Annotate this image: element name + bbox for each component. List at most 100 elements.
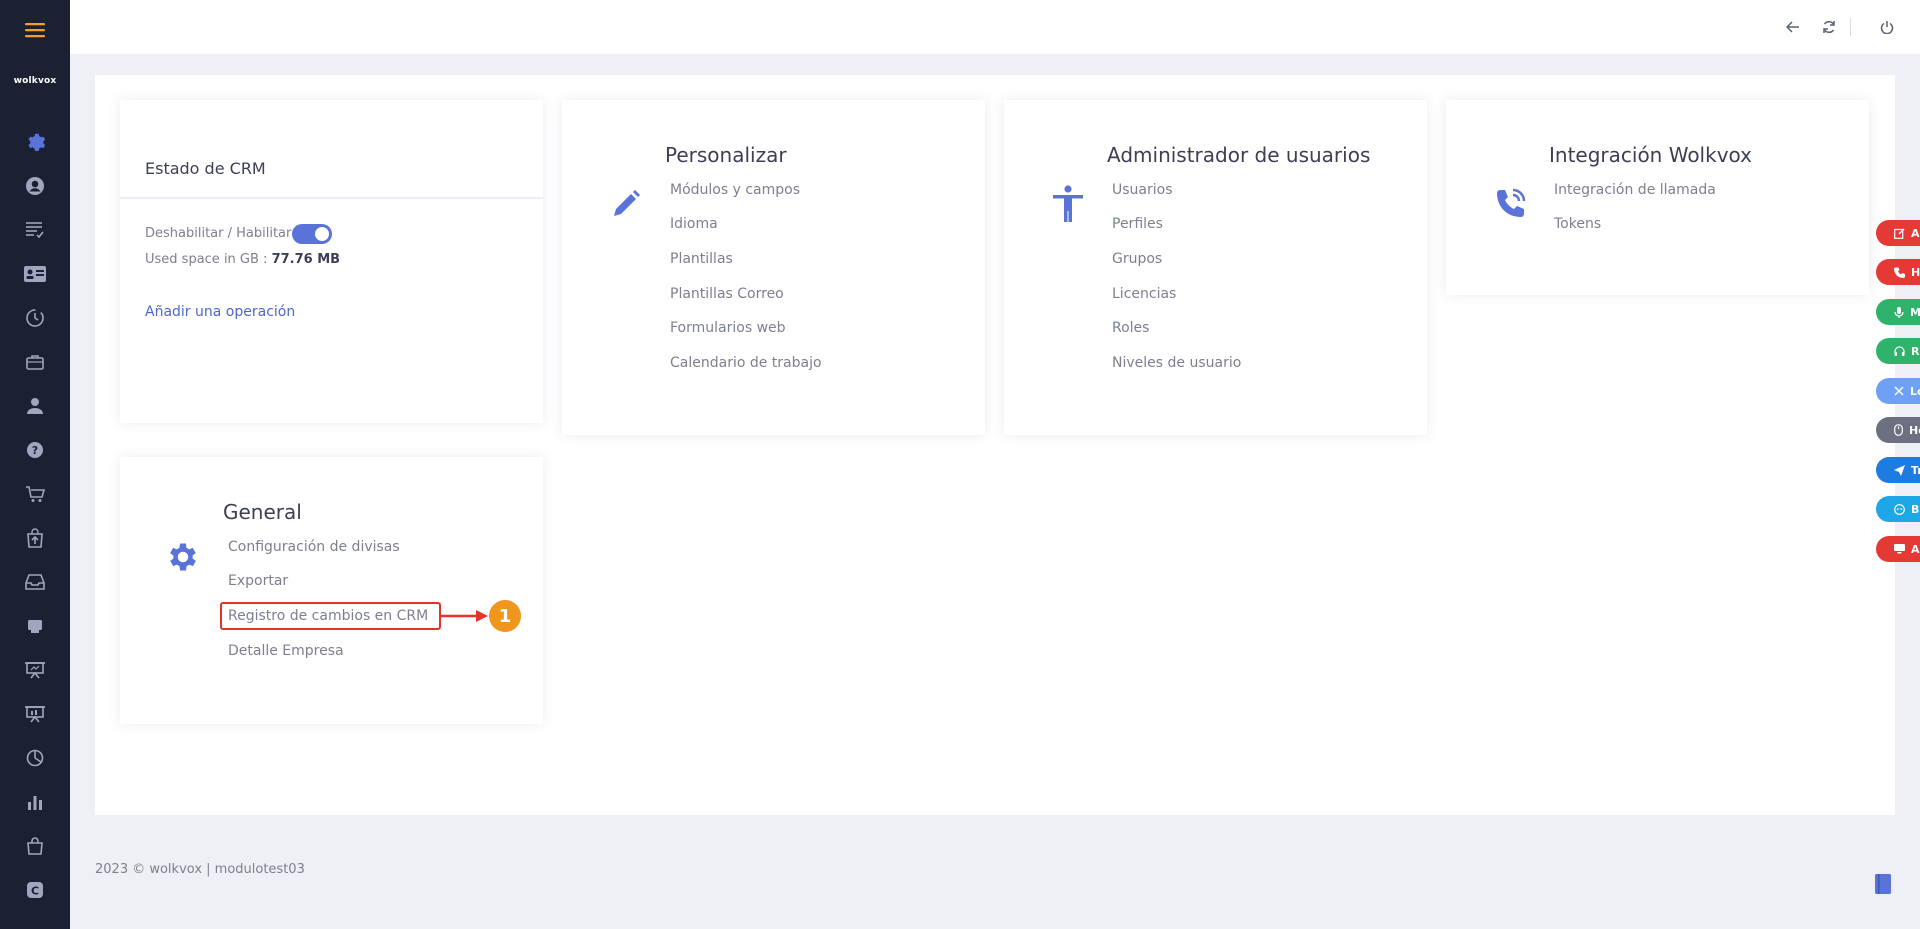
sidebar-item-help[interactable]: ? bbox=[0, 435, 70, 465]
headset-icon bbox=[1894, 345, 1905, 356]
refresh-icon bbox=[1823, 20, 1835, 34]
settings-icon bbox=[28, 133, 46, 151]
person-standing-icon bbox=[1048, 184, 1088, 224]
admin-usuarios-title: Administrador de usuarios bbox=[1107, 143, 1371, 167]
shopping-bag-icon bbox=[27, 837, 43, 855]
refresh-button[interactable] bbox=[1818, 16, 1840, 38]
used-space-value: 77.76 MB bbox=[271, 252, 341, 267]
cart-icon bbox=[26, 486, 45, 502]
floating-label: Ag bbox=[1911, 542, 1920, 556]
link-idioma[interactable]: Idioma bbox=[670, 216, 718, 232]
floating-button-he[interactable]: He bbox=[1876, 417, 1920, 443]
phone-call-icon bbox=[1490, 184, 1530, 224]
floating-button-ag[interactable]: Ag bbox=[1876, 536, 1920, 562]
sidebar-item-inbox[interactable] bbox=[0, 567, 70, 597]
bar-chart-icon bbox=[28, 796, 42, 810]
add-operation-link[interactable]: Añadir una operación bbox=[145, 304, 295, 320]
floating-button-tr[interactable]: Tr bbox=[1876, 457, 1920, 483]
link-exportar[interactable]: Exportar bbox=[228, 573, 288, 589]
crm-status-card: Estado de CRM Deshabilitar / Habilitar U… bbox=[120, 100, 543, 423]
sidebar-item-history[interactable] bbox=[0, 303, 70, 333]
floating-label: He bbox=[1909, 423, 1920, 437]
sidebar-item-cart[interactable] bbox=[0, 479, 70, 509]
crm-enable-toggle[interactable] bbox=[292, 224, 332, 244]
sidebar-item-analytics[interactable] bbox=[0, 743, 70, 773]
footer-text: 2023 © wolkvox | modulotest03 bbox=[95, 862, 305, 877]
pencil-icon bbox=[606, 184, 646, 224]
floating-button-ac[interactable]: Ac bbox=[1876, 220, 1920, 246]
sidebar-item-users[interactable] bbox=[0, 391, 70, 421]
floating-button-b[interactable]: B. bbox=[1876, 496, 1920, 522]
link-niveles-usuario[interactable]: Niveles de usuario bbox=[1112, 355, 1241, 371]
sidebar-item-orders[interactable] bbox=[0, 523, 70, 553]
link-calendario-trabajo[interactable]: Calendario de trabajo bbox=[670, 355, 822, 371]
power-button[interactable] bbox=[1876, 16, 1898, 38]
edit-icon bbox=[1894, 228, 1905, 239]
used-space-label: Used space in GB : bbox=[145, 252, 268, 267]
sidebar-item-briefcase[interactable] bbox=[0, 347, 70, 377]
send-icon bbox=[1894, 464, 1905, 476]
sidebar-item-shop[interactable] bbox=[0, 831, 70, 861]
crm-status-title: Estado de CRM bbox=[145, 159, 266, 178]
task-list-icon bbox=[26, 222, 44, 239]
sidebar-item-presentation[interactable] bbox=[0, 655, 70, 685]
sidebar-item-settings[interactable] bbox=[0, 127, 70, 157]
floating-label: Re bbox=[1911, 344, 1920, 358]
sidebar-item-store[interactable] bbox=[0, 611, 70, 641]
pie-chart-icon bbox=[26, 749, 44, 767]
contact-card-icon bbox=[24, 266, 46, 282]
link-plantillas-correo[interactable]: Plantillas Correo bbox=[670, 286, 784, 302]
sidebar-item-reports[interactable] bbox=[0, 787, 70, 817]
link-licencias[interactable]: Licencias bbox=[1112, 286, 1176, 302]
sidebar-item-registered[interactable]: C bbox=[0, 875, 70, 905]
topbar-divider bbox=[1850, 18, 1851, 36]
floating-label: Ac bbox=[1911, 226, 1920, 240]
book-button[interactable] bbox=[1875, 874, 1891, 894]
link-configuracion-divisas[interactable]: Configuración de divisas bbox=[228, 539, 400, 555]
toggle-label: Deshabilitar / Habilitar bbox=[145, 226, 292, 241]
link-roles[interactable]: Roles bbox=[1112, 320, 1149, 336]
mic-icon bbox=[1894, 306, 1904, 318]
link-plantillas[interactable]: Plantillas bbox=[670, 251, 733, 267]
link-perfiles[interactable]: Perfiles bbox=[1112, 216, 1163, 232]
monitor-icon bbox=[1894, 544, 1905, 554]
svg-text:?: ? bbox=[32, 444, 38, 457]
svg-text:C: C bbox=[31, 885, 39, 898]
toggle-knob bbox=[315, 227, 329, 241]
sidebar-item-tasks[interactable] bbox=[0, 215, 70, 245]
presentation-icon bbox=[25, 662, 45, 679]
registered-icon: C bbox=[27, 882, 43, 898]
general-card: General Configuración de divisas Exporta… bbox=[120, 457, 543, 724]
brand-logo: wolkvox bbox=[13, 76, 57, 86]
sidebar-item-profile[interactable] bbox=[0, 171, 70, 201]
sidebar-item-presentation-alt[interactable] bbox=[0, 699, 70, 729]
floating-label: Lo bbox=[1910, 384, 1920, 398]
main-content: Estado de CRM Deshabilitar / Habilitar U… bbox=[95, 75, 1895, 815]
floating-button-ho[interactable]: Ho bbox=[1876, 259, 1920, 285]
general-title: General bbox=[223, 500, 302, 524]
bot-icon bbox=[1894, 503, 1905, 515]
floating-button-re[interactable]: Re bbox=[1876, 338, 1920, 364]
link-integracion-llamada[interactable]: Integración de llamada bbox=[1554, 182, 1716, 198]
link-usuarios[interactable]: Usuarios bbox=[1112, 182, 1173, 198]
highlight-box bbox=[220, 602, 441, 630]
person-icon bbox=[27, 398, 43, 414]
mouse-icon bbox=[1894, 424, 1903, 436]
phone-icon bbox=[1894, 267, 1905, 278]
close-icon bbox=[1894, 386, 1904, 396]
sidebar: wolkvox ? C bbox=[0, 0, 70, 929]
back-button[interactable] bbox=[1782, 16, 1804, 38]
floating-button-m[interactable]: M bbox=[1876, 299, 1920, 325]
floating-button-lo[interactable]: Lo bbox=[1876, 378, 1920, 404]
sidebar-item-contacts[interactable] bbox=[0, 259, 70, 289]
power-icon bbox=[1880, 21, 1894, 34]
link-tokens[interactable]: Tokens bbox=[1554, 216, 1601, 232]
link-detalle-empresa[interactable]: Detalle Empresa bbox=[228, 643, 344, 659]
link-grupos[interactable]: Grupos bbox=[1112, 251, 1162, 267]
personalizar-title: Personalizar bbox=[665, 143, 787, 167]
link-formularios-web[interactable]: Formularios web bbox=[670, 320, 786, 336]
menu-toggle-button[interactable] bbox=[0, 0, 70, 60]
link-modulos-campos[interactable]: Módulos y campos bbox=[670, 182, 800, 198]
inbox-icon bbox=[25, 574, 45, 590]
crm-status-header: Estado de CRM bbox=[120, 100, 543, 199]
